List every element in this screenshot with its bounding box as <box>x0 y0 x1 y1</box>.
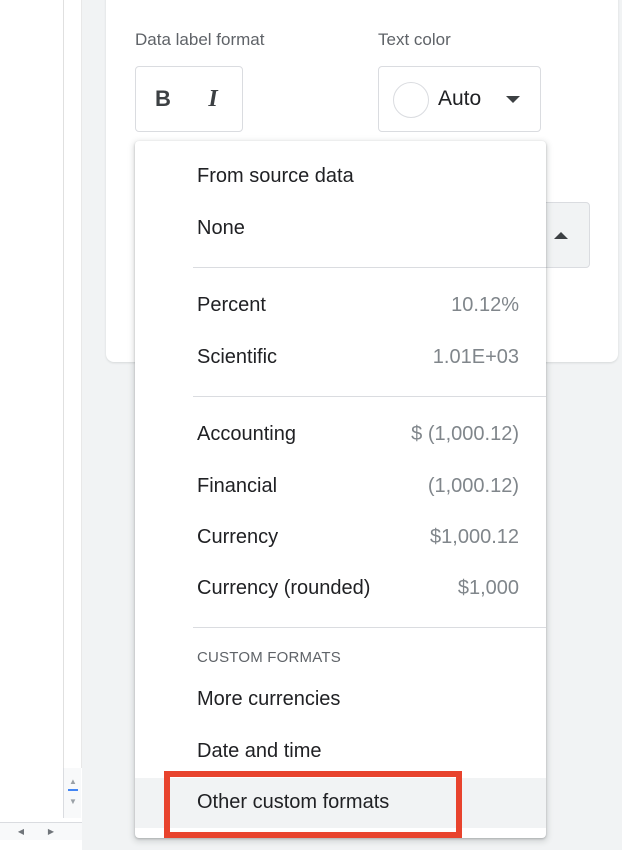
menu-divider <box>193 396 546 397</box>
highlight-annotation-box <box>164 771 462 838</box>
menu-item-currency-rounded[interactable]: Currency (rounded) $1,000 <box>135 564 546 614</box>
text-color-dropdown[interactable]: Auto <box>378 66 541 132</box>
italic-button[interactable]: I <box>196 81 230 117</box>
format-button-group: B I <box>135 66 243 132</box>
menu-divider <box>193 627 546 628</box>
menu-item-label: Accounting <box>197 423 296 445</box>
menu-item-scientific[interactable]: Scientific 1.01E+03 <box>135 333 546 383</box>
vertical-scrollbar[interactable]: ▲ ▼ <box>63 768 81 818</box>
grid-line <box>63 0 64 768</box>
menu-item-example: $1,000 <box>457 577 519 599</box>
menu-item-example: 1.01E+03 <box>432 346 519 368</box>
text-color-label: Text color <box>378 30 451 49</box>
color-swatch-icon <box>393 82 429 118</box>
horizontal-scrollbar[interactable]: ◀ ▶ <box>0 822 82 840</box>
menu-item-label: More currencies <box>197 688 341 710</box>
menu-item-example: $ (1,000.12) <box>411 423 519 445</box>
menu-item-financial[interactable]: Financial (1,000.12) <box>135 462 546 512</box>
menu-item-example: $1,000.12 <box>430 526 519 548</box>
number-format-menu: From source data None Percent 10.12% Sci… <box>135 141 546 838</box>
menu-item-label: Date and time <box>197 740 322 762</box>
menu-divider <box>193 267 546 268</box>
menu-item-currency[interactable]: Currency $1,000.12 <box>135 513 546 563</box>
spreadsheet-grid <box>0 0 82 850</box>
menu-item-label: Financial <box>197 475 278 497</box>
menu-item-more-currencies[interactable]: More currencies <box>135 675 546 725</box>
scroll-indicator <box>68 789 78 791</box>
menu-item-none[interactable]: None <box>135 204 546 254</box>
menu-item-date-and-time[interactable]: Date and time <box>135 727 546 777</box>
menu-item-example: 10.12% <box>451 294 519 316</box>
menu-item-accounting[interactable]: Accounting $ (1,000.12) <box>135 410 546 460</box>
menu-item-example: (1,000.12) <box>427 475 519 497</box>
menu-item-from-source-data[interactable]: From source data <box>135 152 546 202</box>
scroll-right-icon[interactable]: ▶ <box>44 823 58 841</box>
menu-item-label: None <box>197 217 245 239</box>
data-label-format-label: Data label format <box>135 30 265 49</box>
chevron-up-icon <box>554 232 568 239</box>
menu-item-label: Currency <box>197 526 279 548</box>
chevron-down-icon <box>506 96 520 103</box>
menu-item-label: Scientific <box>197 346 278 368</box>
menu-item-percent[interactable]: Percent 10.12% <box>135 281 546 331</box>
scroll-left-icon[interactable]: ◀ <box>14 823 28 841</box>
bold-button[interactable]: B <box>146 81 180 117</box>
menu-item-label: Percent <box>197 294 266 316</box>
custom-formats-header: CUSTOM FORMATS <box>197 649 341 666</box>
text-color-value: Auto <box>438 87 482 110</box>
menu-item-label: From source data <box>197 165 354 187</box>
menu-item-label: Currency (rounded) <box>197 577 371 599</box>
scroll-down-icon[interactable]: ▼ <box>64 792 82 812</box>
